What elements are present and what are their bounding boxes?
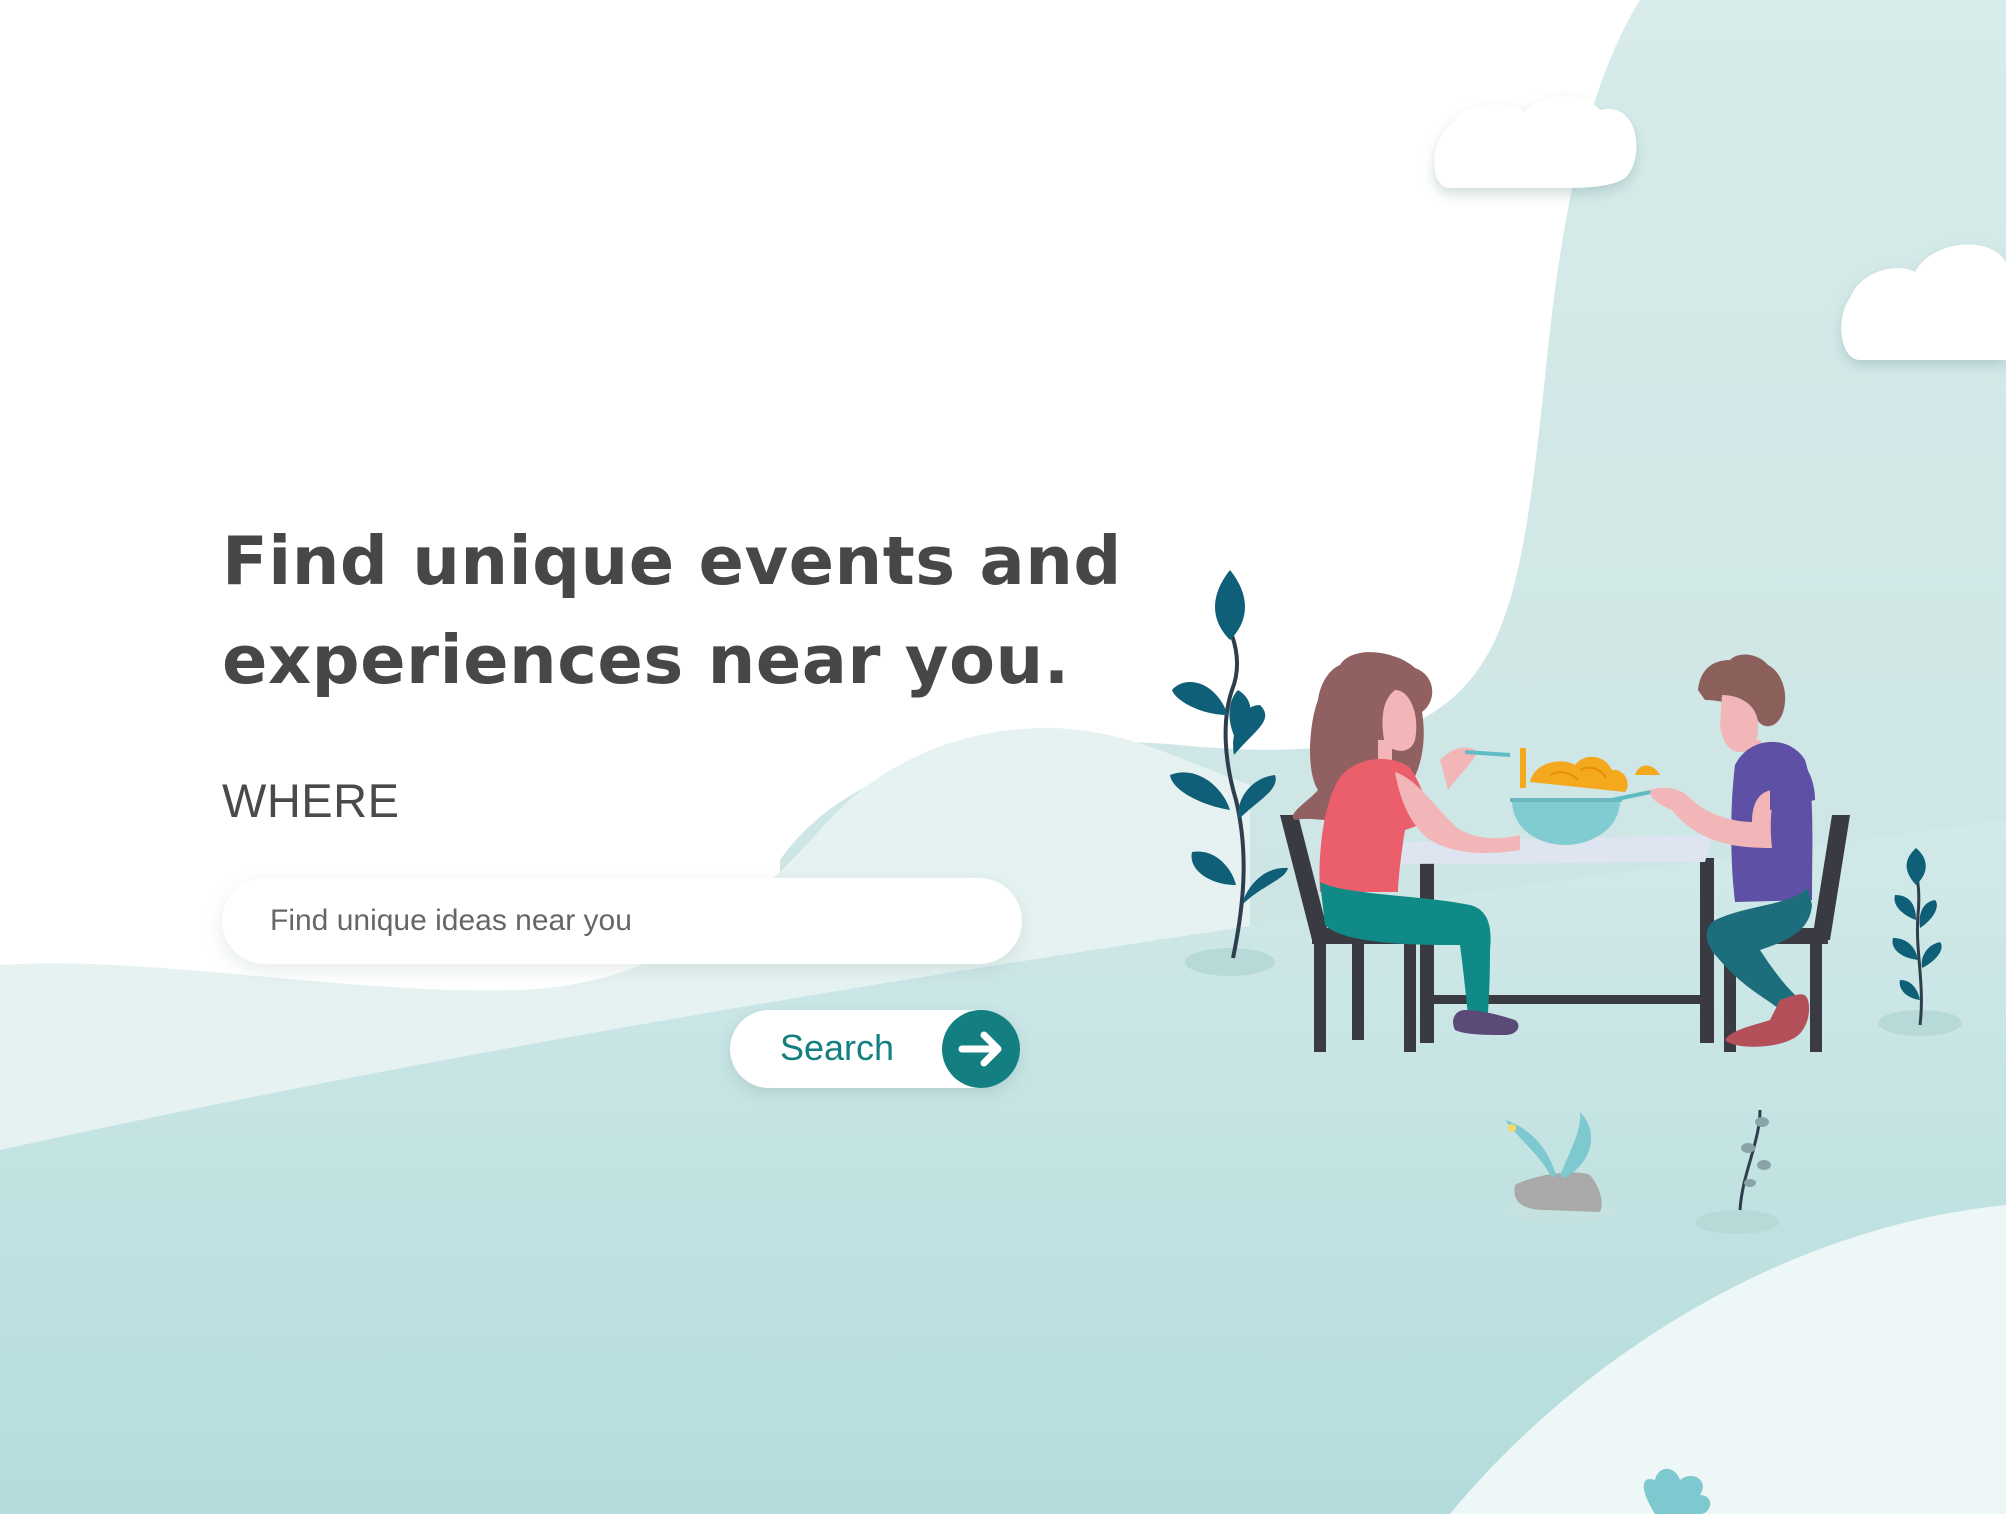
cloud-icon [1434,95,1637,188]
search-input[interactable] [222,878,1022,964]
illustration-background [0,0,2006,1514]
search-button-label: Search [780,1027,895,1068]
page-title-line-1: Find unique events and [222,522,1122,600]
search-button[interactable]: Search [730,1010,1020,1088]
page-title: Find unique events and experiences near … [222,512,1122,710]
page-title-line-2: experiences near you. [222,621,1070,699]
arrow-right-icon [942,1010,1020,1088]
where-label: WHERE [222,774,400,827]
